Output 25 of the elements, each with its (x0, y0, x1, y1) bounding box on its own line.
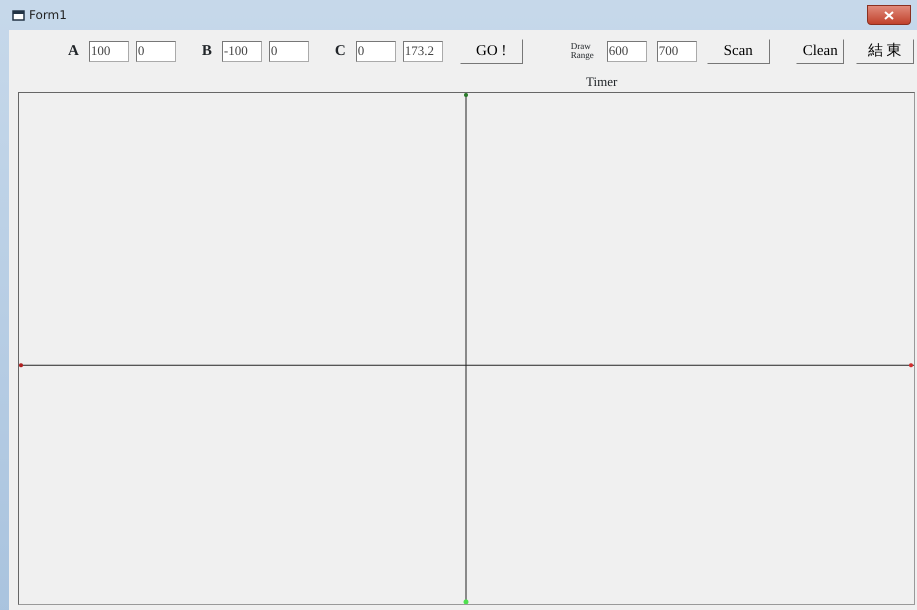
input-field[interactable]: -100 (222, 40, 262, 62)
point-label: B (202, 42, 212, 61)
clean-button[interactable]: Clean (796, 38, 844, 64)
axis-point (464, 93, 468, 98)
axis-point (464, 599, 468, 604)
window-icon (12, 10, 25, 20)
point-label: C (334, 42, 346, 61)
window-title: Form1 (29, 7, 67, 24)
input-field[interactable]: 100 (88, 40, 129, 62)
axis-point (909, 363, 913, 368)
input-field[interactable]: 173.2 (402, 40, 443, 62)
close-icon (884, 10, 894, 20)
exit-button[interactable]: 結 東 (856, 38, 914, 64)
input-field[interactable]: 700 (656, 40, 697, 62)
draw-range-label: Draw Range (570, 42, 595, 60)
scan-button[interactable]: Scan (706, 38, 770, 64)
input-field[interactable]: 0 (356, 40, 396, 62)
go-button[interactable]: GO ! (460, 38, 523, 64)
input-field[interactable]: 0 (268, 40, 309, 62)
input-field[interactable]: 0 (136, 40, 176, 62)
close-button[interactable] (867, 5, 911, 25)
timer-label: Timer (586, 73, 618, 91)
axis-point (19, 363, 23, 368)
point-label: A (68, 42, 79, 61)
input-field[interactable]: 600 (606, 40, 647, 62)
